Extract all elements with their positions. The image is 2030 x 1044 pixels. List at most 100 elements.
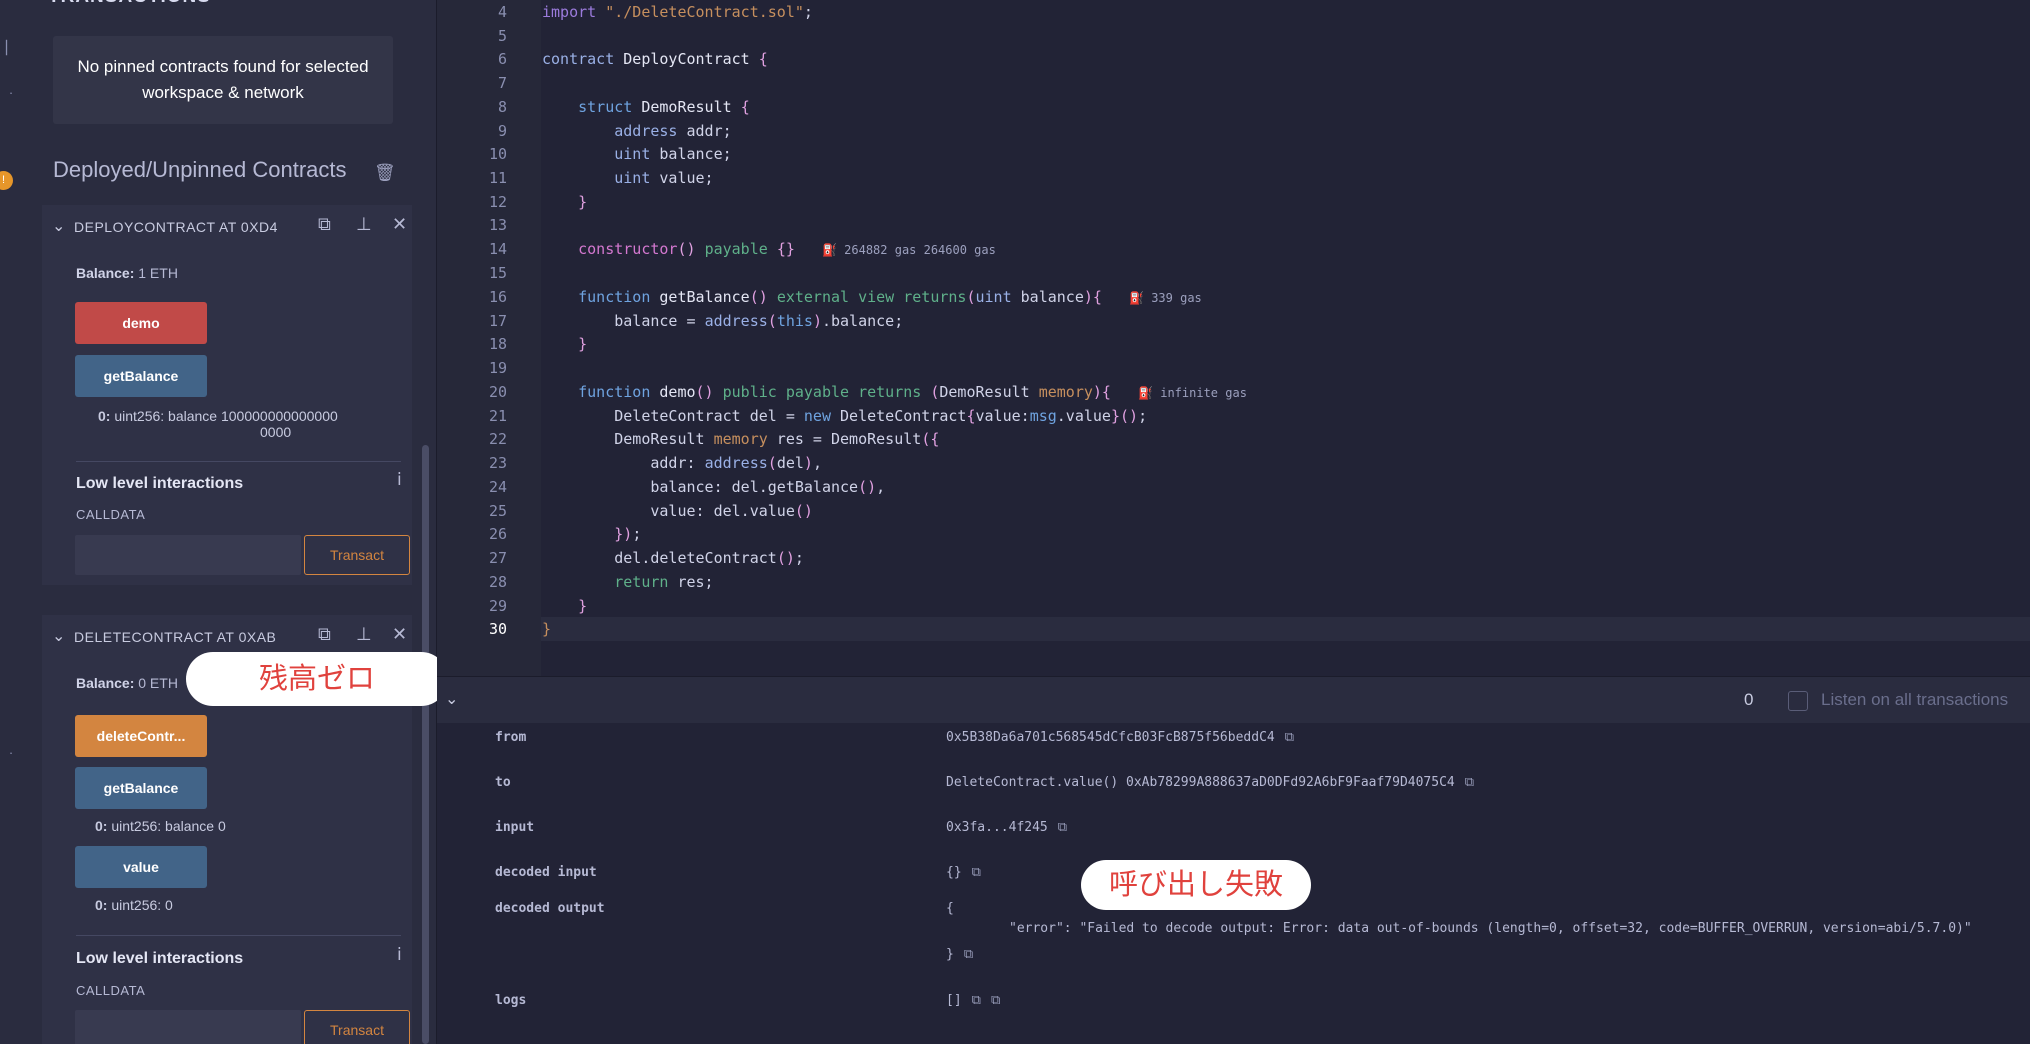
row-key-decoded-output: decoded output: [495, 901, 605, 916]
notification-badge-icon[interactable]: !: [0, 171, 13, 190]
chevron-down-icon[interactable]: ⌄: [52, 626, 65, 646]
collapse-chevron-icon[interactable]: ⌄: [445, 689, 458, 709]
line-number: 17: [488, 312, 507, 330]
row-value-decoded-output-close: } ⧉: [946, 947, 974, 962]
gas-estimate: ⛽ 264882 gas 264600 gas: [821, 243, 996, 257]
calldata-label: CALLDATA: [76, 507, 146, 522]
settings-icon[interactable]: ·: [0, 745, 22, 760]
info-icon[interactable]: 𝗂: [397, 470, 402, 490]
copy-icon[interactable]: ⧉: [964, 947, 973, 962]
line-number: 23: [488, 454, 507, 472]
code-line: address addr;: [614, 122, 732, 140]
code-line: import "./DeleteContract.sol";: [542, 3, 813, 21]
row-key-to: to: [495, 775, 511, 790]
line-number: 24: [488, 478, 507, 496]
copy-icon[interactable]: ⧉: [1465, 775, 1474, 790]
row-key-input: input: [495, 820, 535, 835]
listen-checkbox[interactable]: [1788, 691, 1808, 711]
contract-balance: Balance: 0 ETH: [76, 675, 178, 691]
row-value-decoded-output-open: {: [946, 901, 954, 916]
code-line: struct DemoResult {: [578, 98, 750, 116]
line-number: 11: [488, 169, 507, 187]
row-value-logs: [] ⧉ ⧉: [946, 993, 1001, 1008]
line-number: 29: [488, 597, 507, 615]
contract-title[interactable]: DELETECONTRACT AT 0XAB: [74, 629, 276, 645]
line-number: 6: [497, 50, 507, 68]
row-value-to: DeleteContract.value() 0xAb78299A888637a…: [946, 775, 1475, 790]
row-key-from: from: [495, 730, 527, 745]
plugin-icon[interactable]: ▏: [0, 40, 22, 56]
current-line-highlight: [541, 617, 2030, 641]
code-line: contract DeployContract {: [542, 50, 768, 68]
line-number: 7: [497, 74, 507, 92]
copy-icon[interactable]: ⧉: [1058, 820, 1067, 835]
line-number: 27: [488, 549, 507, 567]
copy-icon[interactable]: ⧉: [972, 993, 981, 1008]
line-number: 5: [497, 27, 507, 45]
calldata-input[interactable]: [75, 535, 301, 575]
pin-icon[interactable]: ⊥: [356, 624, 372, 645]
call-failed-annotation: 呼び出し失敗: [1081, 860, 1311, 910]
info-icon[interactable]: 𝗂: [397, 945, 402, 965]
row-key-decoded-input: decoded input: [495, 865, 597, 880]
code-line: }: [578, 597, 588, 615]
terminal-toolbar: ⌄ 0 Listen on all transactions: [437, 676, 2030, 723]
chevron-down-icon[interactable]: ⌄: [52, 216, 65, 236]
value-output: 0: uint256: 0: [95, 897, 173, 913]
row-value-input: 0x3fa...4f245 ⧉: [946, 820, 1068, 835]
line-number: 30: [488, 620, 507, 638]
code-line: balance: del.getBalance(),: [542, 478, 886, 496]
line-number: 19: [488, 359, 507, 377]
line-number: 28: [488, 573, 507, 591]
transact-button[interactable]: Transact: [304, 1010, 410, 1044]
copy-icon[interactable]: ⧉: [972, 865, 981, 880]
line-number: 9: [497, 122, 507, 140]
value-button[interactable]: value: [75, 846, 207, 888]
close-icon[interactable]: ✕: [392, 214, 407, 235]
demo-button[interactable]: demo: [75, 302, 207, 344]
copy-icon[interactable]: ⧉: [318, 624, 331, 645]
code-line: function getBalance() external view retu…: [578, 288, 1202, 306]
transact-button[interactable]: Transact: [304, 535, 410, 575]
contract-title[interactable]: DEPLOYCONTRACT AT 0XD4: [74, 219, 278, 235]
line-number: 20: [488, 383, 507, 401]
getbalance-button[interactable]: getBalance: [75, 355, 207, 397]
getbalance-button[interactable]: getBalance: [75, 767, 207, 809]
trash-icon[interactable]: 🗑: [374, 163, 396, 183]
line-number: 16: [488, 288, 507, 306]
panel-scrollbar[interactable]: [422, 445, 429, 1044]
code-editor[interactable]: 4 import "./DeleteContract.sol"; 5 6 con…: [437, 0, 2030, 676]
panel-header: TRANSACTIONS: [48, 0, 211, 8]
plugin-icon-2[interactable]: ·: [0, 85, 22, 100]
copy-icon[interactable]: ⧉: [1285, 730, 1294, 745]
line-number: 13: [488, 216, 507, 234]
deployed-contracts-title: Deployed/Unpinned Contracts: [53, 157, 347, 182]
line-number: 21: [488, 407, 507, 425]
line-number: 22: [488, 430, 507, 448]
no-pinned-message: No pinned contracts found for selected w…: [53, 36, 393, 124]
code-line: uint value;: [614, 169, 714, 187]
code-line: value: del.value(): [542, 502, 813, 520]
row-key-logs: logs: [495, 993, 527, 1008]
low-level-title: Low level interactions: [76, 475, 244, 492]
divider: [76, 935, 401, 936]
line-number: 4: [497, 3, 507, 21]
divider: [76, 461, 401, 462]
getbalance-output: 0: uint256: balance 0: [95, 818, 226, 834]
icon-sidebar: ▏ · ! ·: [0, 0, 23, 1044]
transaction-count: 0: [1744, 690, 1754, 709]
code-line: });: [614, 525, 642, 543]
copy-icon[interactable]: ⧉: [318, 214, 331, 235]
code-line: }: [542, 620, 552, 638]
calldata-input[interactable]: [75, 1010, 301, 1044]
line-number: 26: [488, 525, 507, 543]
close-icon[interactable]: ✕: [392, 624, 407, 645]
getbalance-output: 0: uint256: balance 100000000000000 0000: [98, 408, 338, 440]
line-number: 10: [488, 145, 507, 163]
contract-card-deploycontract: ⌄ DEPLOYCONTRACT AT 0XD4 ⧉ ⊥ ✕ Balance: …: [42, 205, 412, 585]
line-number: 15: [488, 264, 507, 282]
deletecontract-button[interactable]: deleteContr...: [75, 715, 207, 757]
row-value-from: 0x5B38Da6a701c568545dCfcB03FcB875f56bedd…: [946, 730, 1295, 745]
copy-all-icon[interactable]: ⧉: [991, 993, 1000, 1008]
pin-icon[interactable]: ⊥: [356, 214, 372, 235]
